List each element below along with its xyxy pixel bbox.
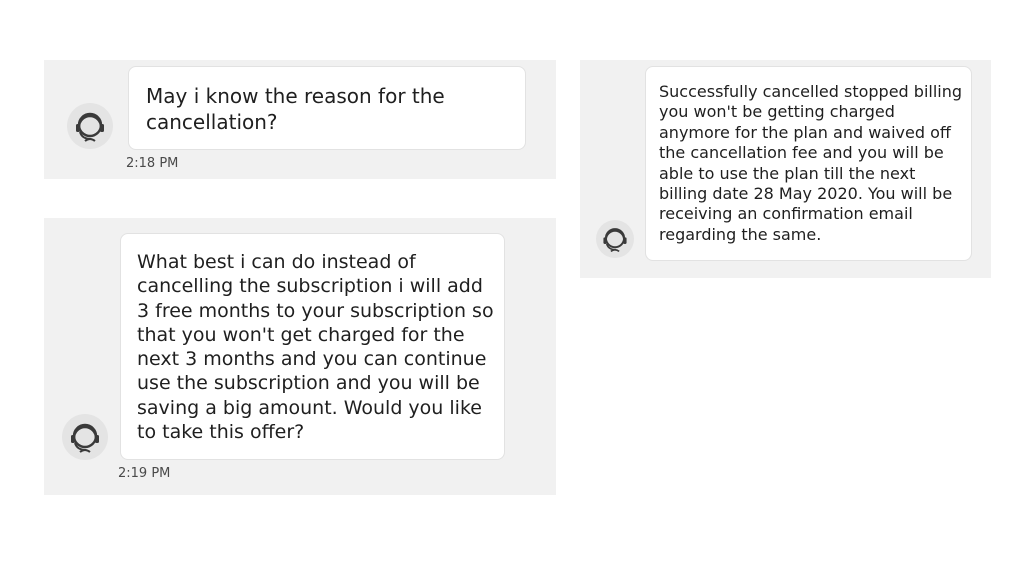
headset-agent-icon bbox=[603, 228, 627, 253]
headset-agent-icon bbox=[76, 112, 104, 142]
agent-avatar bbox=[596, 220, 634, 258]
headset-agent-icon bbox=[71, 423, 99, 453]
message-bubble: Successfully cancelled stopped billing y… bbox=[645, 66, 972, 261]
message-bubble: What best i can do instead of cancelling… bbox=[120, 233, 505, 460]
chat-panel: Successfully cancelled stopped billing y… bbox=[580, 60, 991, 278]
agent-avatar bbox=[62, 414, 108, 460]
chat-panel: What best i can do instead of cancelling… bbox=[44, 218, 556, 495]
message-timestamp: 2:18 PM bbox=[126, 156, 179, 171]
chat-panel: May i know the reason for the cancellati… bbox=[44, 60, 556, 179]
message-bubble: May i know the reason for the cancellati… bbox=[128, 66, 526, 150]
agent-avatar bbox=[67, 103, 113, 149]
message-timestamp: 2:19 PM bbox=[118, 466, 171, 481]
